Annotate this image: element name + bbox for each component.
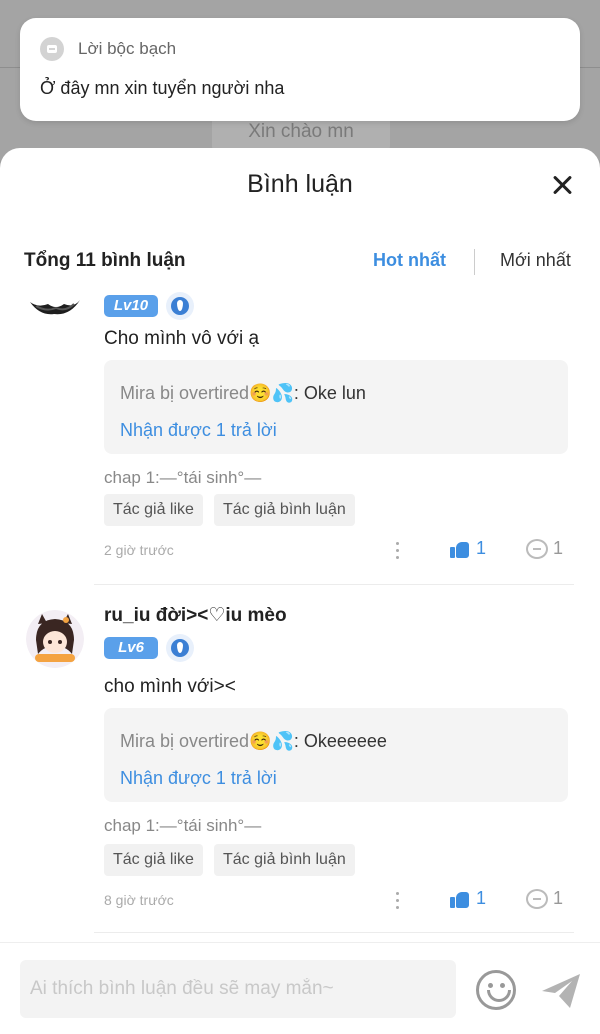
like-count: 1: [476, 538, 487, 558]
notice-text: Ở đây mn xin tuyển người nha: [40, 78, 285, 98]
reply-user: Mira bị overtired☺️💦: [120, 383, 294, 403]
sort-hot-tab[interactable]: Hot nhất: [373, 250, 446, 271]
notice-header: Lời bộc bạch: [40, 37, 176, 61]
comments-sheet: Bình luận Tổng 11 bình luận Hot nhất Mới…: [0, 148, 600, 1034]
reply-text: : Okeeeeee: [293, 731, 387, 751]
chapter-label: chap 1:—°tái sinh°—: [104, 468, 262, 487]
sheet-title: Bình luận: [247, 170, 353, 198]
reply-button[interactable]: 1: [526, 538, 563, 559]
level-badge: Lv6: [104, 637, 158, 659]
author-like-tag: Tác giả like: [104, 844, 203, 876]
close-icon[interactable]: [548, 172, 576, 200]
message-icon: [40, 37, 64, 61]
reply-text: : Oke lun: [293, 383, 366, 403]
author-comment-tag: Tác giả bình luận: [214, 494, 355, 526]
emoji-icon[interactable]: [476, 970, 516, 1010]
author-like-tag: Tác giả like: [104, 494, 203, 526]
avatar[interactable]: [26, 292, 84, 320]
comment-item: ru_iu đời><♡iu mèo Lv6 cho mình với>< Mi…: [0, 604, 600, 934]
more-options-icon[interactable]: [394, 542, 400, 560]
more-options-icon[interactable]: [394, 892, 400, 910]
comment-bubble-icon: [526, 538, 548, 559]
like-button[interactable]: 1: [450, 538, 486, 559]
view-replies-link[interactable]: Nhận được 1 trả lời: [120, 420, 277, 441]
thumbs-up-icon: [450, 540, 470, 558]
comment-text: cho mình với><: [104, 676, 236, 697]
water-drop-icon: [166, 292, 194, 320]
reply-count: 1: [553, 538, 564, 558]
comment-list[interactable]: Lv10 Cho mình vô với ạ Mira bị overtired…: [0, 292, 600, 938]
level-badge: Lv10: [104, 295, 158, 317]
author-comment-tag: Tác giả bình luận: [214, 844, 355, 876]
comment-time: 8 giờ trước: [104, 892, 174, 908]
reply-user: Mira bị overtired☺️💦: [120, 731, 294, 751]
sort-separator: [474, 249, 475, 275]
notice-title: Lời bộc bạch: [78, 39, 177, 58]
comment-composer: [0, 942, 600, 1034]
comment-item: Lv10 Cho mình vô với ạ Mira bị overtired…: [0, 292, 600, 560]
like-count: 1: [476, 888, 487, 908]
water-drop-icon: [166, 634, 194, 662]
comment-input[interactable]: [20, 960, 456, 1018]
reply-line: Mira bị overtired☺️💦: Okeeeeee: [120, 731, 387, 752]
chapter-label: chap 1:—°tái sinh°—: [104, 816, 262, 835]
like-button[interactable]: 1: [450, 888, 486, 909]
sort-newest-tab[interactable]: Mới nhất: [500, 250, 571, 271]
notice-card[interactable]: Lời bộc bạch Ở đây mn xin tuyển người nh…: [20, 18, 580, 121]
reply-count: 1: [553, 888, 564, 908]
comment-divider: [94, 584, 574, 585]
comment-bubble-icon: [526, 888, 548, 909]
reply-preview[interactable]: Mira bị overtired☺️💦: Oke lun Nhận được …: [104, 360, 568, 454]
reply-line: Mira bị overtired☺️💦: Oke lun: [120, 383, 366, 404]
comment-total: Tổng 11 bình luận: [24, 250, 186, 271]
comment-divider: [94, 932, 574, 933]
send-icon[interactable]: [540, 971, 582, 1011]
thumbs-up-icon: [450, 890, 470, 908]
view-replies-link[interactable]: Nhận được 1 trả lời: [120, 768, 277, 789]
comment-time: 2 giờ trước: [104, 542, 174, 558]
reply-preview[interactable]: Mira bị overtired☺️💦: Okeeeeee Nhận được…: [104, 708, 568, 802]
reply-button[interactable]: 1: [526, 888, 563, 909]
comment-text: Cho mình vô với ạ: [104, 328, 260, 349]
avatar[interactable]: [26, 610, 84, 668]
commenter-name[interactable]: ru_iu đời><♡iu mèo: [104, 604, 287, 627]
